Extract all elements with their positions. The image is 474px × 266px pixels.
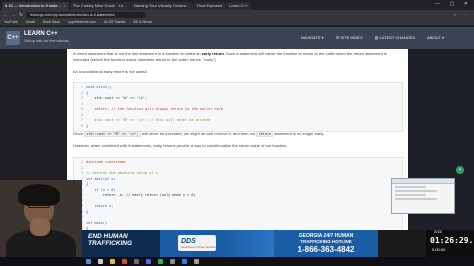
code-line: 8} — [74, 124, 402, 130]
preview-line — [395, 186, 426, 188]
browser-tab[interactable]: Naming Your Visually Guided… — [131, 2, 193, 10]
bookmarks-bar: YouTube Gmail Bank Dash cppreference.com… — [0, 19, 474, 26]
browser-toolbar: ← → ↻ learncpp.com/cpp-tutorial/introduc… — [0, 10, 474, 19]
bookmark-item[interactable]: Gmail — [26, 20, 35, 24]
paragraph: An unconditional early return is not use… — [73, 69, 148, 74]
hotline-block: GEORGIA 24/7 HUMAN TRAFFICKING HOTLINE 1… — [278, 233, 374, 255]
settings-icon[interactable] — [194, 259, 199, 264]
clock-date: 2/15 — [434, 229, 442, 234]
paragraph: Since std::cout << "B" << '\n'; will nev… — [73, 131, 403, 137]
preview-line — [395, 194, 426, 196]
tab-label: Naming Your Visually Guided… — [134, 3, 190, 8]
code-text: return -x; // early return (only when x … — [86, 193, 196, 197]
code-block: 1 void print() 2{3 std::cout << "A" << '\n… — [73, 82, 403, 132]
bookmark-item[interactable]: Bank Dash — [43, 20, 60, 24]
bold-term: early return — [201, 51, 224, 56]
bookmark-item[interactable]: cppreference.com — [68, 20, 96, 24]
code-text: } — [86, 209, 89, 214]
terminal-icon[interactable] — [170, 259, 175, 264]
close-icon[interactable]: × — [63, 3, 65, 8]
chat-bubble-icon[interactable]: • — [456, 166, 464, 174]
bookmark-item[interactable]: AE & Server — [133, 20, 152, 24]
site-header: C++ LEARN C++ Skill up with our free tut… — [0, 27, 474, 49]
dds-logo-subtitle: Department of Driver Services — [181, 245, 216, 249]
paragraph: However, when combined with if-statement… — [73, 143, 288, 148]
tab-label: The Coding Mind Guide · Le… — [72, 3, 128, 8]
line-number: 8 — [80, 123, 83, 128]
webcam-feed — [0, 180, 82, 266]
back-icon[interactable]: ← — [3, 12, 8, 18]
article-content: A return statement that is not the last … — [67, 49, 408, 230]
nav-about[interactable]: ABOUT ▾ — [427, 35, 444, 40]
preview-line — [395, 198, 437, 200]
tab-label: Final Exposed — [196, 3, 223, 8]
webcam-person-hand — [30, 218, 50, 236]
hotline-number: 1-866-363-4842 — [297, 245, 355, 254]
browser-tab[interactable]: Final Exposed — [193, 2, 226, 10]
code-text: return x; — [86, 204, 114, 208]
code-text: } — [86, 123, 89, 128]
clock-subtitle: 0:00:00 — [432, 247, 446, 252]
bookmark-item[interactable]: YouTube — [4, 20, 18, 24]
files-icon[interactable] — [110, 259, 115, 264]
forward-icon[interactable]: → — [11, 12, 16, 18]
obs-icon[interactable] — [134, 259, 139, 264]
tab-label: Learn C++ — [229, 3, 249, 8]
banner-headline: END HUMAN TRAFFICKING — [88, 233, 133, 247]
text: will never be executed, we might as well… — [141, 131, 256, 136]
search-icon[interactable] — [98, 259, 103, 264]
start-icon[interactable] — [86, 259, 91, 264]
code-text: return; // the function will always retu… — [86, 107, 223, 111]
address-bar[interactable]: learncpp.com/cpp-tutorial/introduction-t… — [26, 11, 147, 18]
bookmark-item[interactable]: ALGS Sheets — [104, 20, 125, 24]
nav-latest-changes[interactable]: ▤ LATEST CHANGES — [375, 35, 416, 40]
inline-code: std::cout << "B" << '\n'; — [84, 131, 141, 137]
preview-content — [392, 184, 454, 204]
site-tagline: Skill up with our free tutorials — [24, 39, 69, 43]
taskbar — [0, 257, 474, 266]
site-nav: NAVIGATE ▾ ☰ SITE INDEX ▤ LATEST CHANGES… — [289, 35, 444, 40]
chrome-icon[interactable] — [122, 259, 127, 264]
text: statement is no longer early. — [274, 131, 325, 136]
code-text: std::cout << "A" << '\n'; — [86, 96, 148, 100]
text: A return statement that is not the last … — [73, 51, 201, 56]
site-logo[interactable]: C++ — [6, 31, 20, 45]
code-block: 1 #include <iostream> 2 3// returns the abs… — [73, 157, 403, 230]
nav-site-index[interactable]: ☰ SITE INDEX — [336, 35, 363, 40]
webcam-person-hair — [18, 184, 60, 206]
site-title[interactable]: LEARN C++ — [24, 31, 58, 37]
code-text: void print() — [86, 85, 112, 89]
preview-line — [395, 190, 437, 192]
advertisement-banner[interactable]: END HUMAN TRAFFICKING DDS Department of … — [82, 230, 378, 257]
dds-logo: DDS Department of Driver Services — [178, 235, 216, 251]
code-text: int main() — [86, 220, 108, 225]
banner-gradient — [224, 230, 274, 257]
discord-icon[interactable] — [146, 259, 151, 264]
clock-time: 01:26:29.13 — [430, 236, 474, 245]
code-text: #include <iostream> — [86, 160, 127, 164]
window-controls[interactable]: — ▢ ✕ — [435, 1, 472, 7]
browser-tabbar: 8.15 — Introduction to If state… × The Co… — [0, 0, 474, 10]
vscode-icon[interactable] — [182, 259, 187, 264]
browser-tab[interactable]: The Coding Mind Guide · Le… — [69, 2, 131, 10]
extensions-icon[interactable]: ☆ ⋮ — [453, 12, 471, 17]
text: Since — [73, 131, 84, 136]
nav-navigate[interactable]: NAVIGATE ▾ — [301, 35, 324, 40]
preview-window[interactable] — [391, 178, 455, 214]
paragraph: A return statement that is not the last … — [73, 51, 403, 63]
code-text: int abs(int x) — [86, 176, 116, 181]
code-text: std::cout << "B" << '\n'; // this will n… — [86, 118, 211, 122]
spotify-icon[interactable] — [158, 259, 163, 264]
tab-label: 8.15 — Introduction to If state… — [5, 3, 62, 8]
browser-tab[interactable]: Learn C++ — [226, 2, 252, 10]
dds-logo-title: DDS — [181, 238, 196, 245]
webcam-glasses — [28, 204, 50, 208]
screen: 8.15 — Introduction to If state… × The Co… — [0, 0, 474, 266]
inline-code: return — [256, 131, 274, 137]
browser-tab[interactable]: 8.15 — Introduction to If state… × — [2, 2, 69, 10]
reload-icon[interactable]: ↻ — [19, 12, 23, 18]
